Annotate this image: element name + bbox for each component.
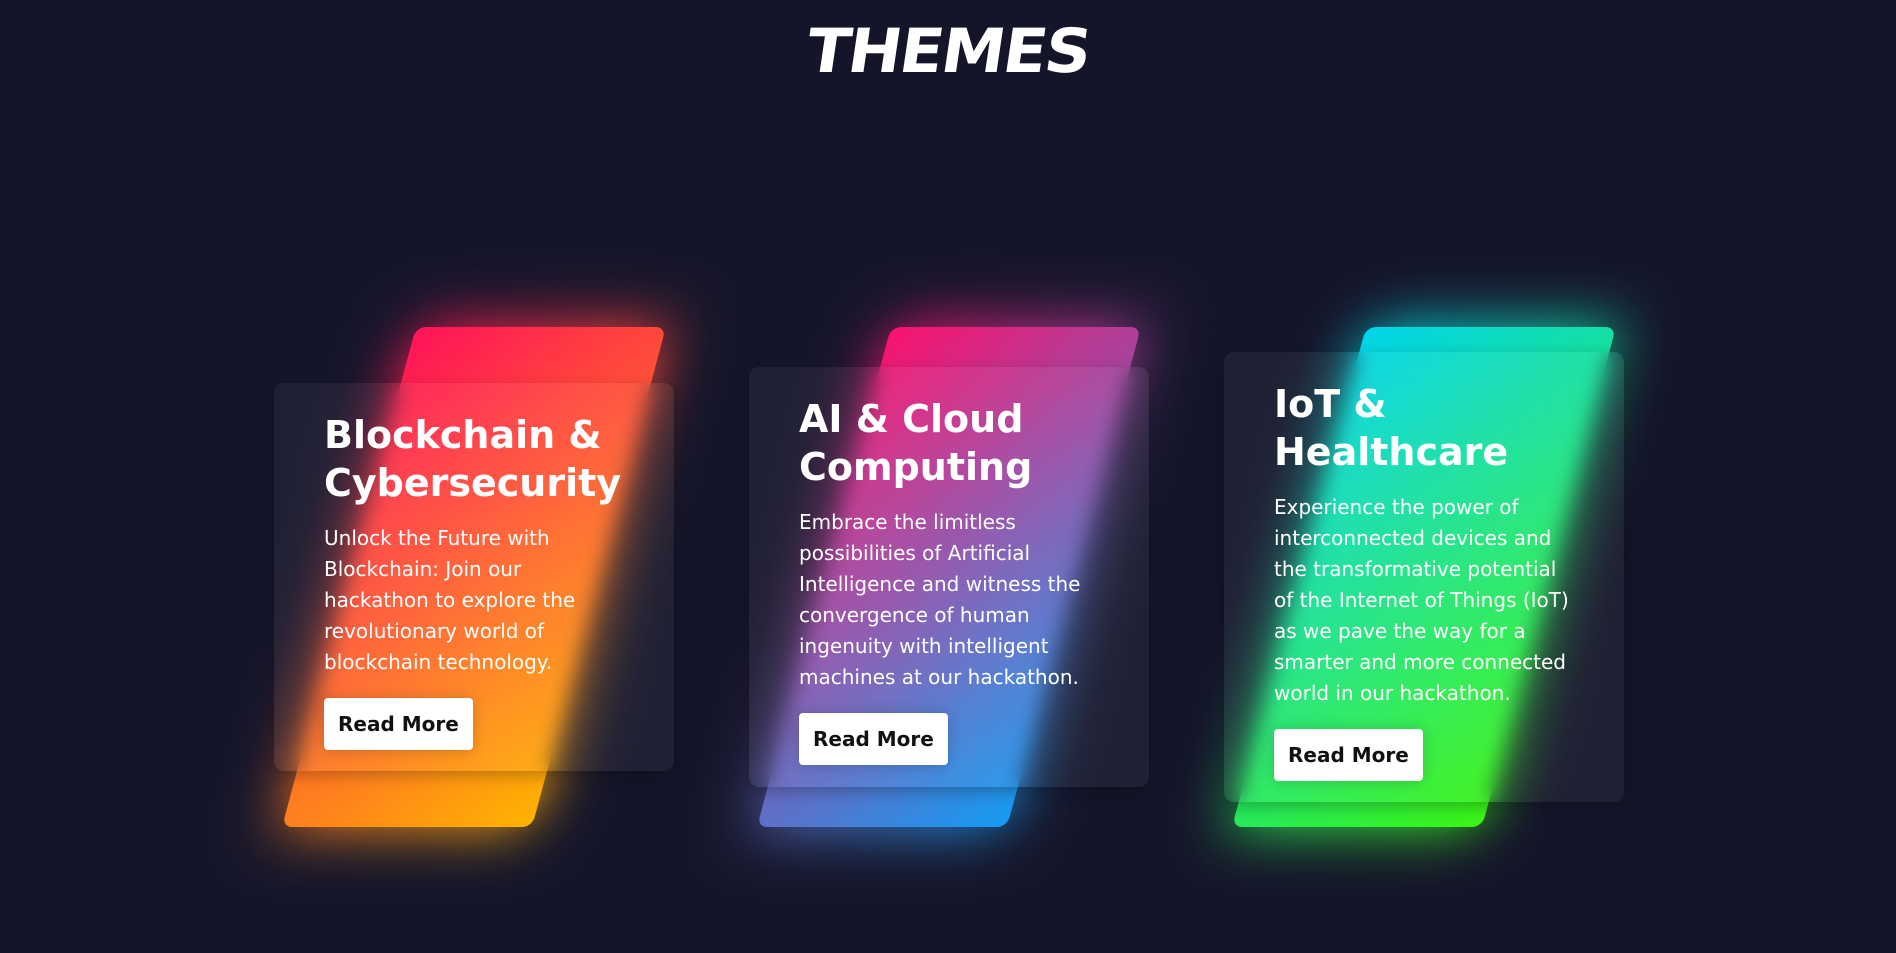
read-more-button[interactable]: Read More — [1274, 729, 1423, 781]
card-description: Embrace the limitless possibilities of A… — [799, 510, 1081, 689]
card-content: AI & Cloud Computing Embrace the limitle… — [749, 367, 1149, 787]
card-description: Experience the power of interconnected d… — [1274, 495, 1569, 705]
card-ai-cloud: AI & Cloud Computing Embrace the limitle… — [749, 327, 1149, 827]
card-title: AI & Cloud Computing — [799, 397, 1033, 489]
card-iot-healthcare: IoT & Healthcare Experience the power of… — [1224, 327, 1624, 827]
card-title: IoT & Healthcare — [1274, 382, 1509, 474]
read-more-button[interactable]: Read More — [324, 698, 473, 750]
read-more-button[interactable]: Read More — [799, 713, 948, 765]
card-content: IoT & Healthcare Experience the power of… — [1224, 352, 1624, 802]
themes-logo: THEMES — [801, 16, 1095, 88]
card-content: Blockchain & Cybersecurity Unlock the Fu… — [274, 383, 674, 771]
card-description: Unlock the Future with Blockchain: Join … — [324, 526, 576, 674]
card-title: Blockchain & Cybersecurity — [324, 413, 622, 505]
card-blockchain: Blockchain & Cybersecurity Unlock the Fu… — [274, 327, 674, 827]
page: THEMES Blockchain & Cybersecurity Unlock… — [0, 0, 1896, 953]
